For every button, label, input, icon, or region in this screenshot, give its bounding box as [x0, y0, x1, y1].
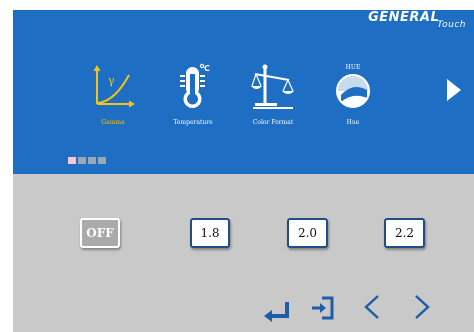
- page-dot: [78, 157, 86, 164]
- right-triangle-arrow-icon[interactable]: [445, 77, 463, 103]
- logo-main-text: GENERAL: [368, 10, 440, 25]
- hue-icon-text: HUE: [346, 64, 361, 71]
- menu-item-temperature[interactable]: C Temperature: [153, 62, 233, 127]
- gamma-off-button[interactable]: OFF: [80, 218, 120, 248]
- thermometer-icon: C: [180, 63, 210, 108]
- svg-text:γ: γ: [108, 74, 115, 87]
- brand-logo: GENERALTouch: [368, 10, 468, 31]
- gamma-1-8-button[interactable]: 1.8: [190, 218, 230, 248]
- balance-scale-icon: [251, 64, 294, 109]
- exit-icon[interactable]: [308, 292, 338, 322]
- page-dot: [98, 157, 106, 164]
- gamma-curve-icon: γ: [93, 65, 135, 108]
- menu-panel: GENERALTouch γ Gamma C Temperature Color…: [13, 10, 474, 174]
- gamma-2-2-button[interactable]: 2.2: [384, 218, 425, 248]
- menu-item-label: Temperature: [173, 119, 213, 126]
- menu-item-color-format[interactable]: Color Format: [233, 62, 313, 127]
- menu-item-label: Hue: [346, 119, 360, 126]
- menu-item-gamma[interactable]: γ Gamma: [73, 62, 153, 127]
- menu-item-hue[interactable]: HUE Hue: [313, 62, 393, 127]
- svg-text:C: C: [204, 64, 210, 73]
- page-dot: [68, 157, 76, 164]
- menu-item-label: Gamma: [101, 119, 125, 126]
- page-indicator: [68, 157, 106, 164]
- hue-dial-icon: HUE: [336, 64, 370, 108]
- chevron-left-icon[interactable]: [360, 292, 384, 322]
- menu-item-label: Color Format: [252, 119, 294, 126]
- page-dot: [88, 157, 96, 164]
- chevron-right-icon[interactable]: [410, 292, 434, 322]
- gamma-2-0-button[interactable]: 2.0: [287, 218, 328, 248]
- logo-sub-text: Touch: [437, 20, 466, 30]
- enter-icon[interactable]: [262, 292, 292, 322]
- options-panel: [13, 174, 474, 332]
- screen: GENERALTouch γ Gamma C Temperature Color…: [13, 10, 474, 332]
